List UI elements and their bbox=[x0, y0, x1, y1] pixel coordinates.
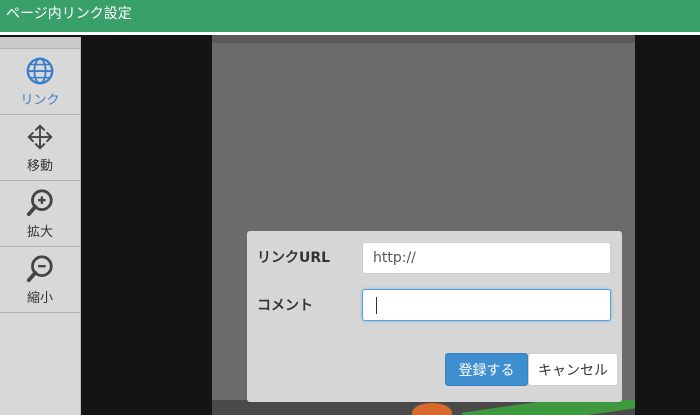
url-label: リンクURL bbox=[257, 250, 331, 266]
comment-label: コメント bbox=[257, 298, 313, 314]
zoom-out-icon bbox=[26, 254, 53, 282]
submit-button[interactable]: 登録する bbox=[445, 353, 528, 386]
tool-zoom-in-label: 拡大 bbox=[26, 224, 53, 240]
window-title: ページ内リンク設定 bbox=[6, 6, 132, 22]
tool-zoom-out-button[interactable]: 縮小 bbox=[0, 247, 80, 313]
tool-move-button[interactable]: 移動 bbox=[0, 115, 80, 181]
illustration-orange-shape bbox=[412, 403, 452, 415]
tool-zoom-out-label: 縮小 bbox=[26, 290, 53, 306]
tool-sidebar: リンク 移動 拡大 縮小 bbox=[0, 37, 81, 415]
link-dialog: リンクURL コメント 登録する キャンセル bbox=[247, 231, 622, 402]
comment-input[interactable] bbox=[362, 289, 611, 321]
tool-link-label: リンク bbox=[20, 92, 60, 108]
move-arrows-icon bbox=[27, 123, 53, 150]
title-bar: ページ内リンク設定 bbox=[0, 0, 700, 32]
sidebar-header bbox=[0, 37, 80, 49]
tool-link-button[interactable]: リンク bbox=[0, 49, 80, 115]
globe-icon bbox=[26, 57, 54, 84]
text-caret bbox=[376, 297, 377, 314]
tool-zoom-in-button[interactable]: 拡大 bbox=[0, 181, 80, 247]
zoom-in-icon bbox=[26, 188, 53, 216]
cancel-button[interactable]: キャンセル bbox=[528, 353, 618, 386]
tool-move-label: 移動 bbox=[26, 158, 53, 174]
illustration-green-shape bbox=[462, 400, 635, 415]
page-illustration bbox=[212, 400, 635, 415]
url-input[interactable] bbox=[362, 242, 611, 274]
page-top-shade bbox=[212, 35, 635, 43]
